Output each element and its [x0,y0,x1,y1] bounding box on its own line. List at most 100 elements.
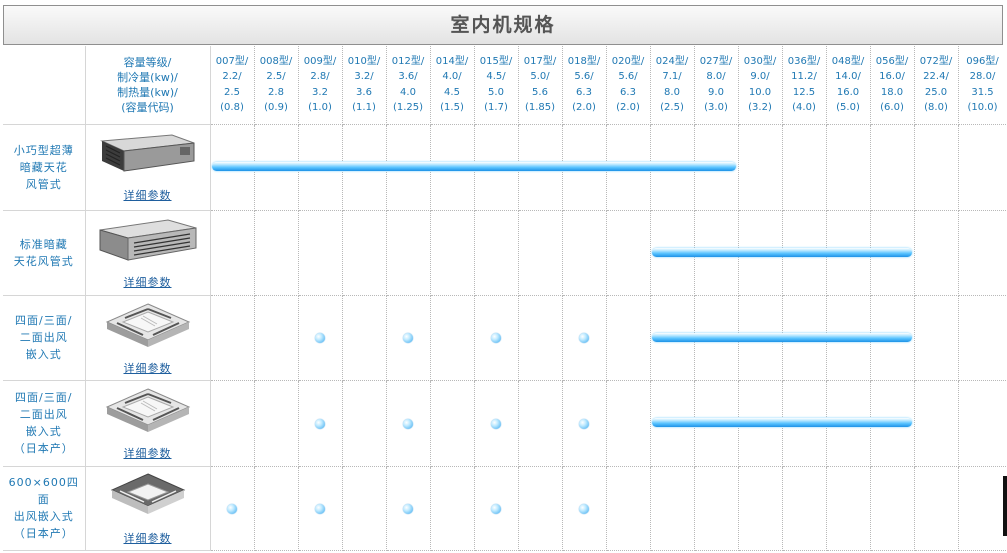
capacity-cell [738,295,783,381]
detail-link[interactable]: 详细参数 [86,530,210,546]
text-line: (1.25) [392,102,424,114]
text-line: 008型/ [259,55,293,67]
capacity-cell [518,380,563,467]
text-line: 16.0/ [879,71,905,83]
detail-link[interactable]: 详细参数 [86,187,210,203]
text-line: 8.0 [664,86,680,98]
availability-dot [491,503,501,514]
capacity-cell [870,124,915,211]
text-line: (2.0) [616,102,640,114]
page-title: 室内机规格 [3,5,1003,45]
capacity-cell [650,210,695,296]
capacity-cell [650,124,695,211]
detail-link[interactable]: 详细参数 [86,360,210,376]
model-header: 096型/28.0/31.5 (10.0) [958,46,1007,125]
capacity-cell [958,295,1007,381]
capacity-cell [562,124,607,211]
text-line: 28.0/ [969,71,996,83]
text-line: 31.5 [971,86,994,98]
text-line: 3.2/ [354,71,374,83]
capacity-cell [474,466,519,551]
capacity-cell [914,210,959,296]
capacity-cell [386,295,431,381]
header-row: 容量等级/制冷量(kw)/制热量(kw)/(容量代码) 007型/2.2/2.5 (… [3,46,1007,125]
text-line: 2.8/ [310,71,330,83]
text-line: (容量代码) [121,100,174,114]
text-line: 6.3 [576,86,592,98]
product-name: 小巧型超薄 暗藏天花 风管式 [3,124,86,211]
model-header: 018型/5.6/6.3 (2.0) [562,46,607,125]
capacity-cell [254,380,299,467]
model-header: 024型/7.1/8.0 (2.5) [650,46,695,125]
text-line: 4.5/ [486,71,506,83]
product-row: 标准暗藏 天花风管式 详细参数 [3,210,1007,296]
model-header: 072型/22.4/25.0 (8.0) [914,46,959,125]
text-line: 2.8 [268,86,284,98]
capacity-cell [430,210,475,296]
text-line: 出风嵌入式 [13,510,74,523]
capacity-cell [914,380,959,467]
text-line: (5.0) [836,102,860,114]
capacity-cell [782,124,827,211]
text-line: 012型/ [391,55,425,67]
detail-link[interactable]: 详细参数 [86,445,210,461]
text-line: (1.5) [440,102,464,114]
detail-link[interactable]: 详细参数 [86,274,210,290]
capacity-cell [562,295,607,381]
capacity-cell [826,124,871,211]
text-line: 007型/ [215,55,249,67]
capacity-cell [430,380,475,467]
ducted-slim-unit-icon [86,131,210,183]
capacity-cell [782,295,827,381]
corner-cell [3,46,86,125]
capacity-cell [386,380,431,467]
capacity-cell [254,295,299,381]
text-line: 020型/ [611,55,645,67]
text-line: 暗藏天花 [19,160,68,174]
model-header: 012型/3.6/4.0 (1.25) [386,46,431,125]
availability-dot [403,503,413,514]
text-line: 3.6 [356,86,372,98]
capacity-cell [606,124,651,211]
spec-table: 容量等级/制冷量(kw)/制热量(kw)/(容量代码) 007型/2.2/2.5 (… [3,46,1007,551]
text-line: 4.5 [444,86,460,98]
capacity-cell [474,295,519,381]
text-line: 4.0 [400,86,416,98]
capacity-cell [518,466,563,551]
capacity-cell [870,210,915,296]
text-line: 3.6/ [398,71,418,83]
text-line: 027型/ [699,55,733,67]
capacity-cell [298,466,343,551]
capacity-cell [562,466,607,551]
capacity-cell [386,210,431,296]
text-line: 017型/ [523,55,557,67]
text-line: 22.4/ [923,71,949,83]
text-line: 嵌入式 [25,425,62,438]
text-line: 5.0/ [530,71,550,83]
model-header: 017型/5.0/5.6 (1.85) [518,46,563,125]
capacity-cell [474,124,519,211]
capacity-cell [650,295,695,381]
capacity-cell [870,466,915,551]
capacity-cell [254,466,299,551]
text-line: 14.0/ [835,71,861,83]
capacity-cell [606,295,651,381]
capacity-cell [782,466,827,551]
scrollbar-edge[interactable] [1003,476,1007,536]
availability-dot [579,333,589,343]
text-line: 小巧型超薄 [13,143,74,157]
text-line: (3.2) [748,102,772,114]
capacity-cell [826,380,871,467]
availability-dot [315,503,325,514]
availability-dot [491,418,501,429]
capacity-cell [606,210,651,296]
capacity-cell [826,210,871,296]
compact-cassette-unit-icon [86,470,210,526]
capacity-cell [518,210,563,296]
product-image-cell: 详细参数 [85,295,211,381]
text-line: (0.9) [264,102,288,114]
text-line: 010型/ [347,55,381,67]
product-row: 四面/三面/二面出风 嵌入式 详细参数 [3,295,1007,381]
capacity-cell [342,466,387,551]
capacity-cell [254,124,299,211]
